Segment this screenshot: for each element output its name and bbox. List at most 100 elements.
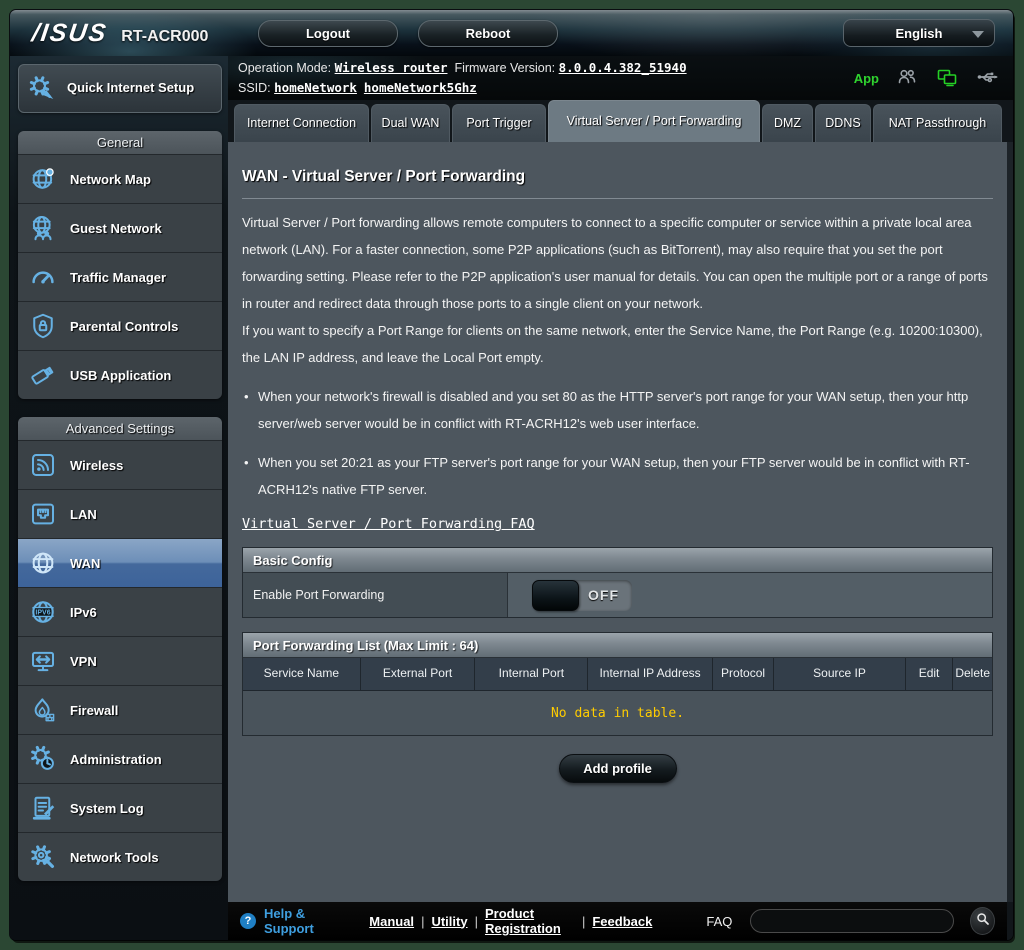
tab-dual-wan[interactable]: Dual WAN	[371, 104, 450, 142]
column-header-external-port: External Port	[361, 658, 476, 691]
administration-icon	[28, 744, 58, 774]
column-header-edit: Edit	[906, 658, 954, 691]
sidebar-item-traffic-manager[interactable]: Traffic Manager	[18, 252, 222, 301]
network-tools-icon	[28, 842, 58, 872]
network-map-icon	[28, 164, 58, 194]
footer-link-feedback[interactable]: Feedback	[592, 914, 652, 929]
toggle-state-label: OFF	[588, 587, 619, 603]
tab-internet-connection[interactable]: Internet Connection	[234, 104, 369, 142]
ssid-links: homeNetwork homeNetwork5Ghz	[274, 81, 477, 95]
ssid-link[interactable]: homeNetwork	[274, 80, 357, 95]
note-item: • When you set 20:21 as your FTP server'…	[242, 449, 993, 503]
reboot-button[interactable]: Reboot	[418, 20, 558, 47]
sidebar-item-label: Quick Internet Setup	[67, 80, 194, 96]
sidebar-item-network-tools[interactable]: Network Tools	[18, 832, 222, 881]
notes-list: • When your network's firewall is disabl…	[242, 383, 993, 503]
faq-link[interactable]: Virtual Server / Port Forwarding FAQ	[242, 516, 535, 532]
sidebar-section: GeneralNetwork MapGuest NetworkTraffic M…	[18, 131, 222, 399]
system-log-icon	[28, 793, 58, 823]
column-header-delete: Delete	[953, 658, 992, 691]
note-text: When your network's firewall is disabled…	[258, 383, 993, 437]
description-paragraph-2: If you want to specify a Port Range for …	[242, 317, 993, 371]
firewall-icon	[28, 695, 58, 725]
column-header-service-name: Service Name	[243, 658, 361, 691]
faq-search-input[interactable]	[750, 909, 954, 933]
sidebar-item-lan[interactable]: LAN	[18, 489, 222, 538]
usb-icon[interactable]	[975, 65, 999, 92]
tab-nat-passthrough[interactable]: NAT Passthrough	[873, 104, 1002, 142]
app-link[interactable]: App	[854, 71, 879, 86]
asus-logo: /ISUS	[30, 19, 109, 48]
sidebar-item-label: Traffic Manager	[70, 270, 166, 285]
language-dropdown[interactable]: English	[843, 19, 995, 47]
guest-network-icon	[28, 213, 58, 243]
add-profile-wrap: Add profile	[242, 754, 993, 783]
router-admin-window: /ISUS RT-ACR000 Logout Reboot English Qu…	[10, 10, 1013, 940]
sidebar-item-label: Administration	[70, 752, 162, 767]
footer-link-product-registration[interactable]: Product Registration	[485, 906, 575, 936]
top-banner: /ISUS RT-ACR000 Logout Reboot English	[10, 10, 1013, 56]
tab-ddns[interactable]: DDNS	[815, 104, 871, 142]
sidebar-item-label: WAN	[70, 556, 100, 571]
tab-dmz[interactable]: DMZ	[762, 104, 813, 142]
sidebar-item-parental-controls[interactable]: Parental Controls	[18, 301, 222, 350]
tab-port-trigger[interactable]: Port Trigger	[452, 104, 546, 142]
vpn-icon	[28, 646, 58, 676]
tab-virtual-server-port-forwarding[interactable]: Virtual Server / Port Forwarding	[548, 100, 760, 142]
basic-config-section: Basic Config Enable Port Forwarding OFF	[242, 547, 993, 618]
logout-button[interactable]: Logout	[258, 20, 398, 47]
footer-link-separator: |	[582, 914, 585, 929]
basic-config-header: Basic Config	[243, 548, 992, 573]
sidebar-item-label: USB Application	[70, 368, 171, 383]
clients-icon[interactable]	[895, 65, 919, 92]
sidebar-item-label: LAN	[70, 507, 97, 522]
sidebar-item-wan[interactable]: WAN	[18, 538, 222, 587]
sidebar-item-system-log[interactable]: System Log	[18, 783, 222, 832]
footer-link-separator: |	[421, 914, 424, 929]
faq-search-button[interactable]	[970, 907, 995, 935]
help-support-link[interactable]: Help & Support	[264, 906, 347, 936]
port-forwarding-toggle[interactable]: OFF	[532, 580, 632, 611]
devices-icon[interactable]	[935, 65, 959, 92]
sidebar-item-administration[interactable]: Administration	[18, 734, 222, 783]
sidebar-item-quick-internet-setup[interactable]: Quick Internet Setup	[18, 64, 222, 113]
column-header-protocol: Protocol	[713, 658, 774, 691]
operation-mode-label: Operation Mode:	[238, 61, 331, 75]
sidebar-item-label: VPN	[70, 654, 97, 669]
status-lines: Operation Mode: Wireless router Firmware…	[238, 58, 687, 98]
search-icon	[975, 911, 991, 932]
sidebar-item-firewall[interactable]: Firewall	[18, 685, 222, 734]
sidebar: Quick Internet Setup GeneralNetwork MapG…	[10, 56, 228, 940]
sidebar-item-vpn[interactable]: VPN	[18, 636, 222, 685]
ssid-link[interactable]: homeNetwork5Ghz	[364, 80, 477, 95]
lan-icon	[28, 499, 58, 529]
main-column: Operation Mode: Wireless router Firmware…	[228, 56, 1013, 940]
sidebar-groups: GeneralNetwork MapGuest NetworkTraffic M…	[18, 131, 222, 881]
footer-link-manual[interactable]: Manual	[369, 914, 414, 929]
sidebar-section-header: Advanced Settings	[18, 417, 222, 440]
note-item: • When your network's firewall is disabl…	[242, 383, 993, 437]
svg-text:IPV6: IPV6	[35, 610, 50, 617]
ssid-line: SSID: homeNetwork homeNetwork5Ghz	[238, 78, 687, 98]
footer-link-utility[interactable]: Utility	[431, 914, 467, 929]
note-text: When you set 20:21 as your FTP server's …	[258, 449, 993, 503]
firmware-version-link[interactable]: 8.0.0.4.382_51940	[559, 60, 687, 75]
brand-area: /ISUS RT-ACR000	[10, 19, 250, 48]
sidebar-item-label: Wireless	[70, 458, 123, 473]
sidebar-item-wireless[interactable]: Wireless	[18, 440, 222, 489]
sidebar-section: Advanced Settings Wireless LAN WAN IPV6IPv6 V…	[18, 417, 222, 881]
language-value: English	[896, 26, 943, 41]
sidebar-item-label: Network Tools	[70, 850, 159, 865]
sidebar-item-network-map[interactable]: Network Map	[18, 154, 222, 203]
status-bar: Operation Mode: Wireless router Firmware…	[228, 56, 1013, 100]
add-profile-button[interactable]: Add profile	[559, 754, 677, 783]
sidebar-item-usb-application[interactable]: USB Application	[18, 350, 222, 399]
sidebar-item-ipv6[interactable]: IPV6IPv6	[18, 587, 222, 636]
sidebar-item-guest-network[interactable]: Guest Network	[18, 203, 222, 252]
operation-mode-link[interactable]: Wireless router	[335, 60, 448, 75]
description-paragraph-1: Virtual Server / Port forwarding allows …	[242, 209, 993, 317]
sidebar-item-label: Network Map	[70, 172, 151, 187]
bullet-dot: •	[242, 383, 258, 437]
enable-port-forwarding-label: Enable Port Forwarding	[243, 573, 508, 617]
table-header-row: Service NameExternal PortInternal PortIn…	[243, 658, 992, 691]
